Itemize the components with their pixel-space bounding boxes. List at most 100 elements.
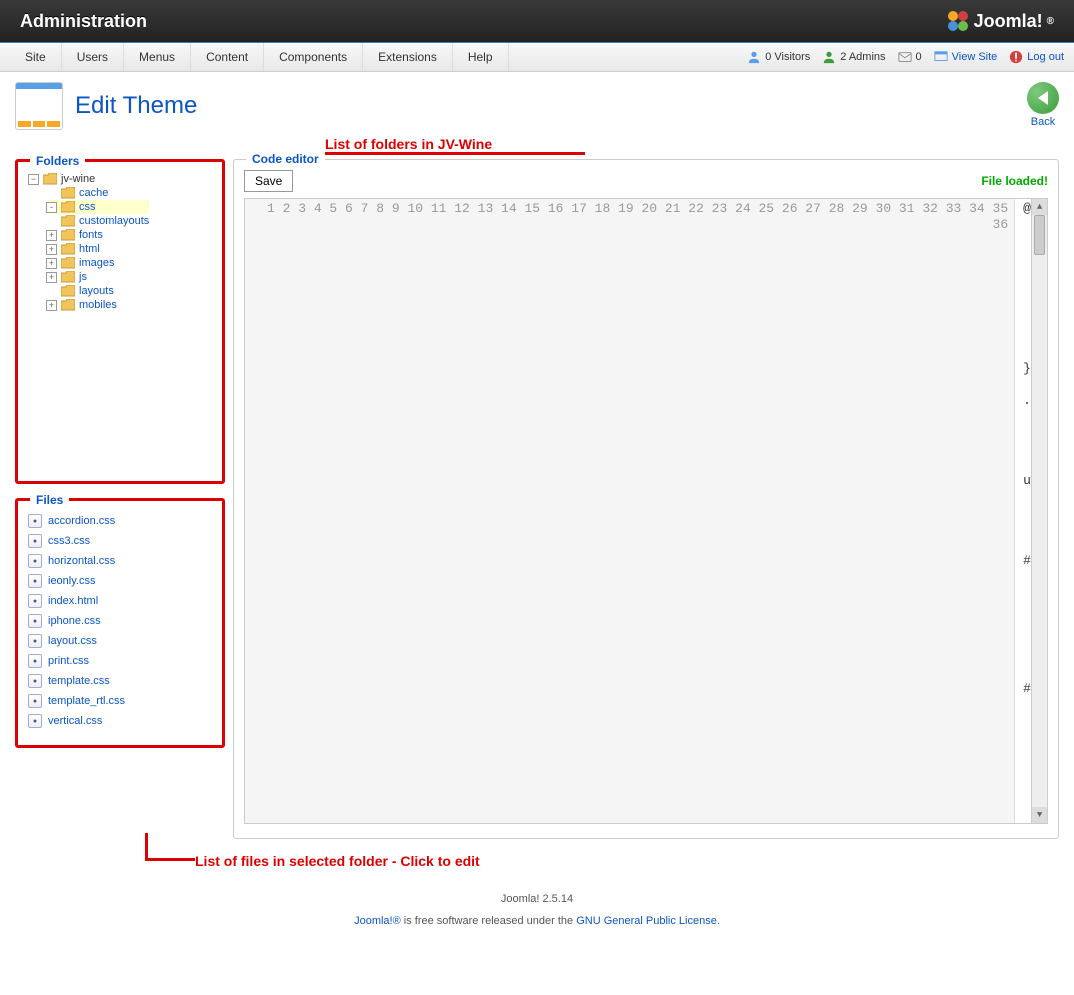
page-header: Edit Theme Back (15, 82, 1059, 130)
header-title: Administration (20, 11, 147, 32)
folder-tree: − jv-wine cache-csscustomlayouts+fonts+h… (28, 172, 212, 312)
file-item[interactable]: ● template_rtl.css (28, 691, 212, 711)
tree-root[interactable]: − jv-wine (28, 172, 212, 186)
footer-version: Joomla! 2.5.14 (0, 893, 1074, 905)
folder-fonts[interactable]: +fonts (46, 228, 149, 242)
file-link[interactable]: index.html (48, 595, 98, 607)
menu-components[interactable]: Components (264, 43, 363, 71)
code-editor[interactable]: 1 2 3 4 5 6 7 8 9 10 11 12 13 14 15 16 1… (244, 198, 1048, 824)
folder-js[interactable]: +js (46, 270, 149, 284)
file-icon: ● (28, 594, 42, 608)
annotation-files: List of files in selected folder - Click… (195, 853, 1059, 869)
file-icon: ● (28, 694, 42, 708)
folder-images[interactable]: +images (46, 256, 149, 270)
back-button[interactable]: Back (1027, 82, 1059, 128)
folder-layouts[interactable]: layouts (46, 284, 149, 298)
menu-content[interactable]: Content (191, 43, 264, 71)
file-link[interactable]: template_rtl.css (48, 695, 125, 707)
folder-icon (61, 215, 75, 227)
file-item[interactable]: ● css3.css (28, 531, 212, 551)
file-item[interactable]: ● accordion.css (28, 511, 212, 531)
file-item[interactable]: ● iphone.css (28, 611, 212, 631)
collapse-icon[interactable]: − (28, 174, 39, 185)
scroll-down-icon[interactable]: ▼ (1032, 807, 1047, 823)
file-link[interactable]: iphone.css (48, 615, 101, 627)
files-panel: Files ●accordion.css●css3.css●horizontal… (15, 498, 225, 748)
folder-customlayouts[interactable]: customlayouts (46, 214, 149, 228)
toggle-icon[interactable]: - (46, 202, 57, 213)
menu-help[interactable]: Help (453, 43, 509, 71)
file-link[interactable]: accordion.css (48, 515, 115, 527)
file-item[interactable]: ●ieonly.css (28, 571, 212, 591)
save-button[interactable]: Save (244, 170, 293, 192)
file-icon: ● (28, 554, 42, 568)
toggle-icon[interactable]: + (46, 244, 57, 255)
menu-users[interactable]: Users (62, 43, 124, 71)
folder-cache[interactable]: cache (46, 186, 149, 200)
footer: Joomla! 2.5.14 Joomla!® is free software… (0, 879, 1074, 941)
brand-logo: Joomla!® (946, 9, 1054, 33)
folder-icon (61, 243, 75, 255)
visitors-stat: 0 Visitors (747, 50, 810, 64)
file-item[interactable]: ● horizontal.css (28, 551, 212, 571)
file-item[interactable]: ● layout.css (28, 631, 212, 651)
file-icon: ● (28, 714, 42, 728)
toggle-icon[interactable]: + (46, 272, 57, 283)
files-list: ●accordion.css●css3.css●horizontal.css●i… (28, 511, 212, 731)
folders-legend: Folders (30, 154, 85, 168)
line-gutter: 1 2 3 4 5 6 7 8 9 10 11 12 13 14 15 16 1… (245, 199, 1015, 823)
toggle-icon[interactable]: + (46, 300, 57, 311)
folder-mobiles[interactable]: +mobiles (46, 298, 149, 312)
status-bar: 0 Visitors 2 Admins 0 View Site Log out (747, 50, 1064, 64)
scroll-up-icon[interactable]: ▲ (1032, 199, 1047, 215)
folder-css[interactable]: -css (46, 200, 149, 214)
view-site-link[interactable]: View Site (934, 50, 998, 64)
footer-license-link[interactable]: GNU General Public License. (576, 915, 720, 927)
folder-icon (61, 299, 75, 311)
folder-icon (61, 229, 75, 241)
folder-html[interactable]: +html (46, 242, 149, 256)
file-item[interactable]: ●print.css (28, 651, 212, 671)
editor-status: File loaded! (981, 174, 1048, 188)
logout-link[interactable]: Log out (1009, 50, 1064, 64)
file-link[interactable]: template.css (48, 675, 110, 687)
scrollbar[interactable]: ▲ ▼ (1031, 199, 1047, 823)
file-icon: ● (28, 674, 42, 688)
editor-legend: Code editor (246, 152, 325, 166)
file-icon: ● (28, 614, 42, 628)
messages-stat[interactable]: 0 (898, 50, 922, 64)
menubar: SiteUsersMenusContentComponentsExtension… (0, 42, 1074, 72)
admins-stat: 2 Admins (822, 50, 885, 64)
file-link[interactable]: layout.css (48, 635, 97, 647)
folder-icon (43, 173, 57, 185)
menu-site[interactable]: Site (10, 43, 62, 71)
folder-icon (61, 187, 75, 199)
menu-extensions[interactable]: Extensions (363, 43, 453, 71)
file-item[interactable]: ● template.css (28, 671, 212, 691)
file-icon: ● (28, 634, 42, 648)
main-menu: SiteUsersMenusContentComponentsExtension… (10, 43, 509, 71)
file-link[interactable]: vertical.css (48, 715, 102, 727)
folder-icon (61, 271, 75, 283)
file-link[interactable]: css3.css (48, 535, 90, 547)
back-arrow-icon (1027, 82, 1059, 114)
app-header: Administration Joomla!® (0, 0, 1074, 42)
file-link[interactable]: print.css (48, 655, 89, 667)
file-icon: ● (28, 514, 42, 528)
file-item[interactable]: ● index.html (28, 591, 212, 611)
file-item[interactable]: ● vertical.css (28, 711, 212, 731)
folder-icon (61, 257, 75, 269)
folder-icon (61, 285, 75, 297)
annotation-folders: List of folders in JV-Wine (325, 136, 1059, 155)
toggle-icon[interactable]: + (46, 230, 57, 241)
code-body[interactable]: @font-face { font-family: 'GlegooRegular… (1015, 199, 1031, 823)
file-link[interactable]: ieonly.css (48, 575, 95, 587)
files-legend: Files (30, 493, 69, 507)
toggle-icon[interactable]: + (46, 258, 57, 269)
file-link[interactable]: horizontal.css (48, 555, 115, 567)
footer-brand-link[interactable]: Joomla!® (354, 915, 401, 927)
menu-menus[interactable]: Menus (124, 43, 191, 71)
folder-icon (61, 201, 75, 213)
scroll-thumb[interactable] (1034, 215, 1045, 255)
file-icon: ● (28, 534, 42, 548)
